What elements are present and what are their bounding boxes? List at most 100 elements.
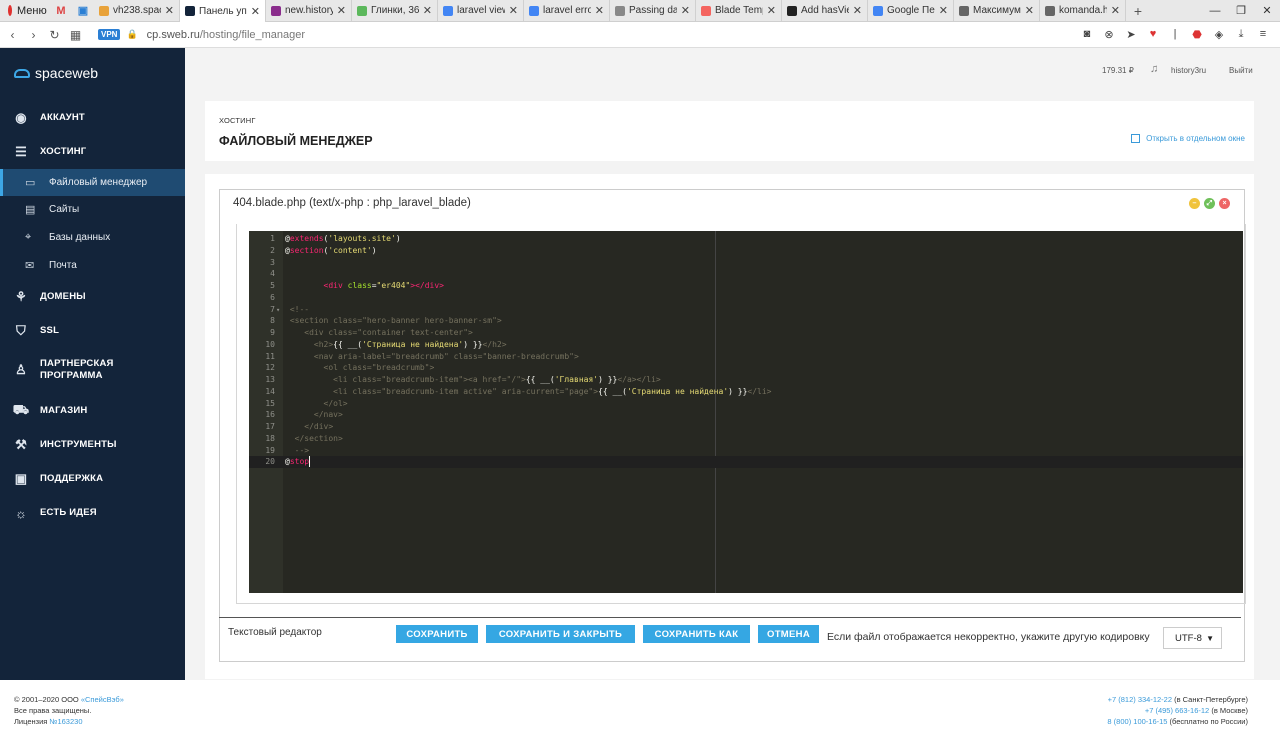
code-line[interactable]: 6 [249,292,1243,304]
tab-close-icon[interactable]: ✕ [1111,4,1120,17]
browser-tab[interactable]: vh238.spacew ✕ [94,0,180,21]
code-line[interactable]: 15 </ol> [249,398,1243,410]
tab-close-icon[interactable]: ✕ [423,4,432,17]
tab-close-icon[interactable]: ✕ [251,5,260,18]
code-line[interactable]: 9 <div class="container text-center"> [249,327,1243,339]
reload-icon[interactable]: ↻ [46,28,63,42]
code-line[interactable]: 16 </nav> [249,409,1243,421]
browser-tab[interactable]: laravel error ✕ [524,0,610,21]
fold-arrow-icon[interactable]: ▾ [276,304,280,316]
code-line[interactable]: 14 <li class="breadcrumb-item active" ar… [249,386,1243,398]
sidebar-item-idea[interactable]: ☼ ЕСТЬ ИДЕЯ [0,505,185,521]
sidebar-item-domains[interactable]: ⚘ ДОМЕНЫ [0,289,185,305]
new-tab-button[interactable]: + [1126,0,1150,21]
open-in-window-link[interactable]: Открыть в отдельном окне [1131,134,1245,143]
code-line[interactable]: 19 --> [249,445,1243,457]
lock-icon[interactable]: 🔒 [126,29,137,40]
tab-close-icon[interactable]: ✕ [853,4,862,17]
messenger-pinned-icon[interactable]: ▣ [72,0,94,21]
phone-number[interactable]: +7 (495) 663-16-12 [1145,706,1209,715]
brand-logo[interactable]: spaceweb [14,65,98,81]
browser-tab[interactable]: Глинки, 36 - ✕ [352,0,438,21]
browser-tab[interactable]: Панель упра ✕ [180,0,266,22]
code-line[interactable]: 3 [249,257,1243,269]
adblock-icon[interactable]: ⬣ [1186,28,1208,41]
browser-tab[interactable]: laravel view ✕ [438,0,524,21]
menu-lines-icon[interactable]: ≡ [1252,28,1274,41]
code-line[interactable]: 4 [249,268,1243,280]
tab-close-icon[interactable]: ✕ [939,4,948,17]
tab-close-icon[interactable]: ✕ [1025,4,1034,17]
code-line[interactable]: 8 <section class="hero-banner hero-banne… [249,315,1243,327]
save-button[interactable]: СОХРАНИТЬ [396,625,478,643]
cube-icon[interactable]: ◈ [1208,28,1230,41]
code-line[interactable]: 20 @stop [249,456,1243,469]
code-editor[interactable]: 1 @extends('layouts.site') 2 @section('cont… [249,231,1243,593]
code-line[interactable]: 2 @section('content') [249,245,1243,257]
save-as-button[interactable]: СОХРАНИТЬ КАК [643,625,750,643]
code-line[interactable]: 5 <div class="er404"></div> [249,280,1243,292]
sidebar-item-hosting[interactable]: ☰ ХОСТИНГ [0,144,185,160]
account-balance[interactable]: 179.31 ₽ [1102,66,1134,75]
speed-dial-icon[interactable]: ▦ [67,28,84,42]
code-line[interactable]: 13 <li class="breadcrumb-item"><a href="… [249,374,1243,386]
sidebar-subitem-mail[interactable]: ✉ Почта [0,252,185,279]
breadcrumb[interactable]: ХОСТИНГ [219,116,256,125]
bell-icon[interactable]: ♫ [1150,63,1158,75]
tab-close-icon[interactable]: ✕ [767,4,776,17]
browser-tab[interactable]: new.history ✕ [266,0,352,21]
save-and-close-button[interactable]: СОХРАНИТЬ И ЗАКРЫТЬ [486,625,635,643]
url-field[interactable]: cp.sweb.ru/hosting/file_manager [147,29,305,41]
download-icon[interactable]: ⤓ [1230,28,1252,41]
browser-tab[interactable]: Максимум ✕ [954,0,1040,21]
gmail-pinned-icon[interactable]: M [50,0,72,21]
sidebar-subitem-file-manager[interactable]: ▭ Файловый менеджер [0,169,185,196]
code-line[interactable]: 1 @extends('layouts.site') [249,233,1243,245]
sidebar-item-account[interactable]: ◉ АККАУНТ [0,110,185,126]
forward-icon[interactable]: › [25,28,42,42]
sidebar-item-partner-program[interactable]: ♙ ПАРТНЕРСКАЯ ПРОГРАММА [0,358,185,382]
logout-link[interactable]: Выйти [1229,66,1253,75]
browser-tab[interactable]: Blade Templ ✕ [696,0,782,21]
camera-icon[interactable]: ◙ [1076,28,1098,41]
sidebar-subitem-databases[interactable]: ⌖ Базы данных [0,224,185,251]
browser-tab[interactable]: Google Пере ✕ [868,0,954,21]
maximize-icon[interactable]: ❐ [1228,0,1254,21]
sidebar-subitem-sites[interactable]: ▤ Сайты [0,196,185,223]
back-icon[interactable]: ‹ [4,28,21,42]
sidebar-item-ssl[interactable]: ⛉ SSL [0,323,185,339]
block-icon[interactable]: ⊗ [1098,28,1120,41]
license-link[interactable]: №163230 [49,717,82,726]
close-window-icon[interactable]: ✕ [1254,0,1280,21]
close-panel-icon[interactable]: × [1219,198,1230,209]
minimize-icon[interactable]: — [1202,0,1228,21]
code-line[interactable]: 7 ▾ <!-- [249,304,1243,316]
code-line[interactable]: 18 </section> [249,433,1243,445]
tab-close-icon[interactable]: ✕ [595,4,604,17]
expand-panel-icon[interactable]: ⤢ [1204,198,1215,209]
sidebar-item-shop[interactable]: ⛟ МАГАЗИН [0,402,185,419]
company-link[interactable]: «СпейсВэб» [81,695,124,704]
phone-number[interactable]: 8 (800) 100-16-15 [1107,717,1167,726]
browser-tab[interactable]: Add hasView ✕ [782,0,868,21]
browser-tab[interactable]: komanda.htm ✕ [1040,0,1126,21]
tab-close-icon[interactable]: ✕ [337,4,346,17]
heart-icon[interactable]: ♥ [1142,28,1164,41]
sidebar-item-support[interactable]: ▣ ПОДДЕРЖКА [0,471,185,487]
tab-close-icon[interactable]: ✕ [165,4,174,17]
browser-tab[interactable]: Passing data ✕ [610,0,696,21]
sidebar-item-tools[interactable]: ⚒ ИНСТРУМЕНТЫ [0,437,185,453]
vpn-badge[interactable]: VPN [98,29,121,40]
encoding-select[interactable]: UTF-8 ▼ [1163,627,1222,649]
code-line[interactable]: 17 </div> [249,421,1243,433]
code-line[interactable]: 12 <ol class="breadcrumb"> [249,362,1243,374]
tab-close-icon[interactable]: ✕ [681,4,690,17]
code-line[interactable]: 11 <nav aria-label="breadcrumb" class="b… [249,351,1243,363]
send-icon[interactable]: ➤ [1120,28,1142,41]
phone-number[interactable]: +7 (812) 334-12-22 [1108,695,1172,704]
username-link[interactable]: history3ru [1171,66,1206,75]
code-line[interactable]: 10 <h2>{{ __('Страница не найдена') }}</… [249,339,1243,351]
cancel-button[interactable]: ОТМЕНА [758,625,819,643]
browser-menu-button[interactable]: Меню [0,0,50,21]
minimize-panel-icon[interactable]: – [1189,198,1200,209]
